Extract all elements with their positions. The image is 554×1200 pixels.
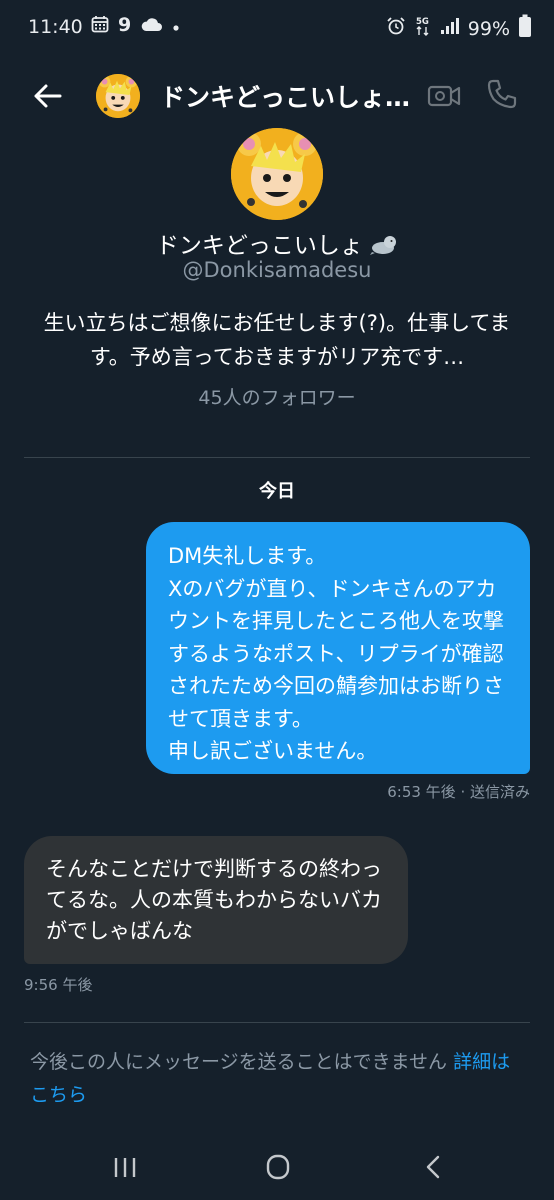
home-icon: [258, 1154, 298, 1188]
home-button[interactable]: [258, 1150, 298, 1184]
phone-call-icon: [484, 79, 520, 116]
system-nav-bar: [0, 1130, 554, 1200]
network-5g-icon: 5G: [414, 15, 432, 42]
profile-bio: 生い立ちはご想像にお任せします(?)。仕事してます。予め言っておきますがリア充で…: [43, 311, 511, 369]
video-call-button[interactable]: [426, 78, 462, 114]
incoming-message-meta: 9:56 午後: [24, 976, 93, 994]
profile-handle: @Donkisamadesu: [182, 258, 372, 282]
seal-emoji-icon: [370, 233, 398, 259]
notice-text: 今後この人にメッセージを送ることはできません: [30, 1051, 448, 1073]
divider: [24, 1022, 530, 1023]
video-call-icon: [426, 85, 462, 118]
date-separator: 今日: [259, 481, 295, 502]
status-bar: 11:40 9 5G 99%: [0, 0, 554, 56]
divider: [24, 457, 530, 458]
system-back-button[interactable]: [414, 1150, 454, 1184]
outgoing-message-meta: 6:53 午後 · 送信済み: [387, 783, 530, 801]
status-time: 11:40: [28, 15, 83, 38]
header-avatar[interactable]: [96, 74, 140, 118]
signal-icon: [440, 17, 460, 40]
battery-icon: [518, 14, 532, 43]
status-bar-right: 5G 99%: [386, 14, 532, 43]
cloud-icon: [141, 16, 163, 38]
dot-icon: [171, 16, 181, 38]
svg-text:9: 9: [118, 14, 131, 34]
battery-level: 99%: [467, 17, 510, 40]
conversation-header: ドンキどっこいしょ…: [0, 60, 554, 130]
back-icon: [414, 1155, 454, 1188]
recent-apps-icon: [105, 1158, 145, 1188]
header-title[interactable]: ドンキどっこいしょ…: [160, 78, 410, 114]
alarm-icon: [386, 16, 406, 41]
nine-badge-icon: 9: [117, 14, 133, 39]
status-bar-left: 11:40 9: [28, 14, 181, 39]
cannot-message-notice: 今後この人にメッセージを送ることはできません 詳細はこちら: [30, 1046, 524, 1112]
recent-apps-button[interactable]: [105, 1150, 145, 1184]
back-arrow-icon: [28, 84, 68, 120]
back-button[interactable]: [28, 76, 68, 116]
phone-call-button[interactable]: [484, 76, 520, 112]
profile-followers[interactable]: 45人のフォロワー: [0, 383, 554, 410]
incoming-message-bubble[interactable]: そんなことだけで判断するの終わってるな。人の本質もわからないバカがでしゃばんな: [24, 836, 408, 964]
profile-name[interactable]: ドンキどっこいしょ: [0, 226, 554, 260]
calendar-icon: [91, 15, 109, 38]
outgoing-message-bubble[interactable]: DM失礼します。 Xのバグが直り、ドンキさんのアカウントを拝見したところ他人を攻…: [146, 522, 530, 774]
svg-text:5G: 5G: [416, 17, 429, 27]
profile-avatar[interactable]: [231, 128, 323, 220]
profile-name-text: ドンキどっこいしょ: [155, 233, 363, 259]
